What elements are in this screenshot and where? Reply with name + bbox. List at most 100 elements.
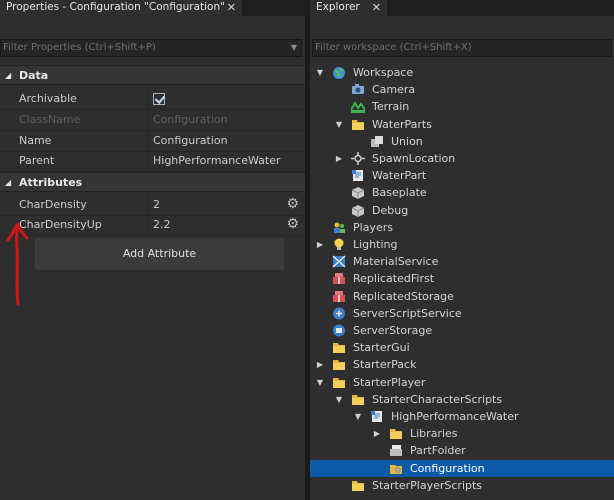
configuration-icon (389, 462, 403, 475)
gear-icon[interactable]: ⚙ (286, 196, 299, 212)
add-attribute-button[interactable]: Add Attribute (35, 238, 284, 270)
replicated-icon (332, 290, 346, 303)
tree-item-libraries[interactable]: ▶ Libraries (310, 425, 614, 442)
red-arrow-annotation (6, 222, 29, 306)
tree-item-startercharacterscripts[interactable]: ▼ StarterCharacterScripts (310, 391, 614, 408)
tree-item-label: Union (391, 134, 423, 148)
tree-item-partfolder[interactable]: PartFolder (310, 442, 614, 459)
property-row-parent[interactable]: Parent HighPerformanceWater (0, 151, 305, 172)
property-row-archivable[interactable]: Archivable (0, 89, 305, 110)
section-attributes[interactable]: ◢ Attributes (0, 172, 305, 192)
folder-icon (351, 479, 365, 492)
tree-item-workspace[interactable]: ▼ Workspace (310, 64, 614, 81)
tree-item-lighting[interactable]: ▶ Lighting (310, 236, 614, 253)
tree-item-materialservice[interactable]: MaterialService (310, 253, 614, 270)
filter-properties-input[interactable]: Filter Properties (Ctrl+Shift+P) ▼ (0, 39, 302, 57)
column-divider (148, 151, 149, 171)
column-divider (148, 215, 149, 235)
tree-item-waterpart[interactable]: WaterPart (310, 167, 614, 184)
expanded-arrow-icon[interactable]: ▼ (334, 116, 344, 133)
explorer-panel: Explorer ✕ Filter workspace (Ctrl+Shift+… (310, 0, 614, 500)
collapsed-arrow-icon[interactable]: ▶ (315, 356, 325, 373)
properties-tab-title: Properties - Configuration "Configuratio… (6, 1, 225, 13)
tree-item-configuration[interactable]: Configuration (310, 459, 614, 477)
server-storage-icon (332, 324, 346, 337)
expanded-arrow-icon[interactable]: ▼ (315, 374, 325, 391)
lightbulb-icon (332, 238, 346, 251)
globe-icon (332, 66, 346, 79)
property-name: Name (19, 134, 52, 147)
tree-item-serverstorage[interactable]: ServerStorage (310, 322, 614, 339)
tree-item-starterplayer[interactable]: ▼ StarterPlayer (310, 374, 614, 391)
filter-properties-placeholder: Filter Properties (Ctrl+Shift+P) (3, 42, 156, 53)
folder-icon (332, 358, 346, 371)
tree-item-terrain[interactable]: Terrain (310, 98, 614, 115)
tree-item-spawnlocation[interactable]: ▶ SpawnLocation (310, 150, 614, 167)
tree-item-replicatedfirst[interactable]: ReplicatedFirst (310, 270, 614, 287)
folder-icon (351, 118, 365, 131)
expanded-arrow-icon[interactable]: ▼ (334, 391, 344, 408)
expanded-arrow-icon[interactable]: ▼ (315, 64, 325, 81)
column-divider (148, 131, 149, 151)
gear-icon[interactable]: ⚙ (286, 216, 299, 232)
properties-tab[interactable]: Properties - Configuration "Configuratio… (0, 0, 242, 16)
script-icon (351, 169, 365, 182)
collapsed-arrow-icon[interactable]: ▶ (315, 236, 325, 253)
tree-item-players[interactable]: Players (310, 219, 614, 236)
tree-item-label: Libraries (410, 427, 458, 441)
dropdown-arrow-icon[interactable]: ▼ (291, 40, 297, 56)
property-value[interactable]: Configuration (153, 134, 228, 147)
tree-item-baseplate[interactable]: Baseplate (310, 184, 614, 201)
explorer-tab-title: Explorer (316, 1, 360, 13)
column-divider (148, 110, 149, 130)
union-icon (370, 135, 384, 148)
tree-item-label: StarterPack (353, 358, 417, 372)
tree-item-camera[interactable]: Camera (310, 81, 614, 98)
properties-tab-bar: Properties - Configuration "Configuratio… (0, 0, 305, 16)
tree-item-union[interactable]: Union (310, 133, 614, 150)
property-row-name[interactable]: Name Configuration (0, 131, 305, 152)
archivable-checkbox[interactable] (153, 93, 165, 105)
tree-item-debug[interactable]: Debug (310, 202, 614, 219)
section-data[interactable]: ◢ Data (0, 65, 305, 85)
tree-item-label: ReplicatedFirst (353, 272, 435, 286)
tree-item-label: StarterGui (353, 341, 410, 355)
collapsed-arrow-icon[interactable]: ▶ (372, 425, 382, 442)
properties-panel: Properties - Configuration "Configuratio… (0, 0, 305, 500)
tree-item-label: StarterPlayer (353, 375, 426, 389)
attribute-row-chardensityup[interactable]: CharDensityUp 2.2 ⚙ (0, 215, 305, 236)
close-icon[interactable]: ✕ (372, 0, 381, 15)
attribute-row-chardensity[interactable]: CharDensity 2 ⚙ (0, 195, 305, 216)
folder-icon (389, 427, 403, 440)
tree-item-starterplayerscripts[interactable]: StarterPlayerScripts (310, 477, 614, 494)
camera-icon (351, 83, 365, 96)
tree-item-label: Players (353, 220, 393, 234)
property-value[interactable]: HighPerformanceWater (153, 154, 281, 167)
collapsed-arrow-icon[interactable]: ▶ (334, 150, 344, 167)
expanded-arrow-icon[interactable]: ▼ (353, 408, 363, 425)
tree-item-starterpack[interactable]: ▶ StarterPack (310, 356, 614, 373)
tree-item-label: Camera (372, 83, 416, 97)
tree-item-label: Baseplate (372, 186, 427, 200)
explorer-tab[interactable]: Explorer ✕ (310, 0, 387, 16)
tree-item-label: ReplicatedStorage (353, 289, 454, 303)
tree-item-serverscriptservice[interactable]: ServerScriptService (310, 305, 614, 322)
attribute-value[interactable]: 2.2 (153, 218, 171, 231)
tree-item-label: Terrain (372, 100, 410, 114)
tree-item-startergui[interactable]: StarterGui (310, 339, 614, 356)
tree-item-replicatedstorage[interactable]: ReplicatedStorage (310, 288, 614, 305)
part-icon (351, 204, 365, 217)
explorer-tab-bar: Explorer ✕ (310, 0, 614, 16)
tree-item-label: WaterPart (372, 169, 427, 183)
tree-item-label: Lighting (353, 238, 398, 251)
property-value: Configuration (153, 113, 228, 126)
tree-item-waterparts[interactable]: ▼ WaterParts (310, 116, 614, 133)
attribute-value[interactable]: 2 (153, 198, 160, 211)
close-icon[interactable]: ✕ (227, 0, 236, 15)
filter-workspace-input[interactable]: Filter workspace (Ctrl+Shift+X) (312, 39, 612, 57)
tree-item-highperformancewater[interactable]: ▼ HighPerformanceWater (310, 408, 614, 425)
collapse-triangle-icon[interactable]: ◢ (5, 173, 11, 192)
spawn-icon (351, 152, 365, 165)
collapse-triangle-icon[interactable]: ◢ (5, 66, 11, 85)
tree-item-label: StarterPlayerScripts (372, 478, 483, 492)
